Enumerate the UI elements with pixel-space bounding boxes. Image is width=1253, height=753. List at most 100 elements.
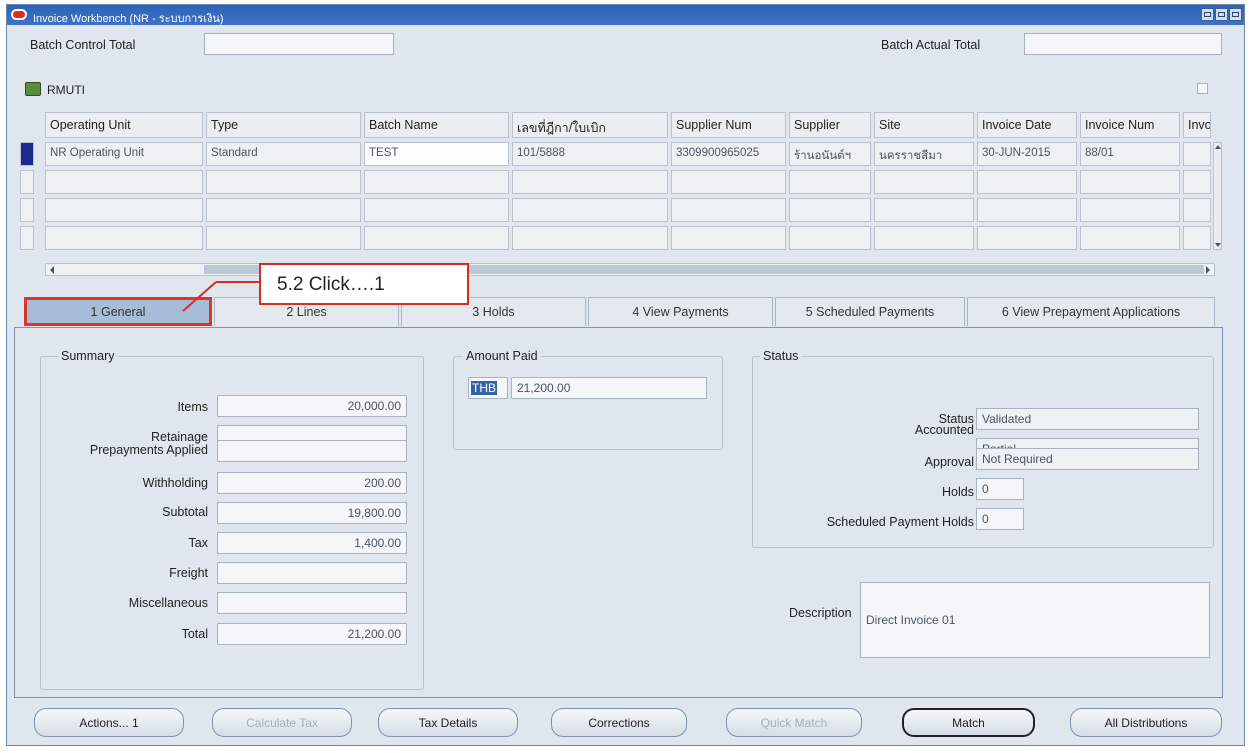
minimize-icon[interactable] (1201, 8, 1214, 21)
match-button[interactable]: Match (902, 708, 1035, 737)
table-cell[interactable] (45, 198, 203, 222)
table-cell[interactable] (977, 226, 1077, 250)
withholding-field[interactable]: 200.00 (217, 472, 407, 494)
table-cell[interactable] (45, 170, 203, 194)
batch-control-total-field[interactable] (204, 33, 394, 55)
table-cell[interactable] (512, 170, 668, 194)
scroll-down-icon[interactable] (1215, 243, 1221, 247)
scheduled-payment-holds-label: Scheduled Payment Holds (826, 515, 974, 529)
table-cell[interactable] (671, 198, 786, 222)
table-cell[interactable] (977, 170, 1077, 194)
tax-details-button[interactable]: Tax Details (378, 708, 518, 737)
table-cell[interactable] (512, 198, 668, 222)
miscellaneous-field[interactable] (217, 592, 407, 614)
cell-batch-name[interactable]: TEST (364, 142, 509, 166)
column-header-document-number[interactable]: เลขที่ฎีกา/ใบเบิก (512, 112, 668, 138)
quick-match-button[interactable]: Quick Match (726, 708, 862, 737)
table-cell[interactable] (789, 226, 871, 250)
table-cell[interactable] (364, 198, 509, 222)
tab-scheduled-payments[interactable]: 5 Scheduled Payments (775, 297, 965, 326)
cell-invoice-amount[interactable] (1183, 142, 1211, 166)
total-label: Total (181, 627, 208, 641)
cell-operating-unit[interactable]: NR Operating Unit (45, 142, 203, 166)
column-header-operating-unit[interactable]: Operating Unit (45, 112, 203, 138)
tab-view-payments[interactable]: 4 View Payments (588, 297, 773, 326)
table-cell[interactable] (977, 198, 1077, 222)
row-selector-current[interactable] (20, 142, 34, 166)
total-field[interactable]: 21,200.00 (217, 623, 407, 645)
column-header-invoice-amount[interactable]: Invoi (1183, 112, 1211, 138)
amount-paid-title: Amount Paid (463, 349, 541, 363)
table-cell[interactable] (789, 170, 871, 194)
vertical-scrollbar[interactable] (1213, 142, 1222, 250)
table-cell[interactable] (364, 226, 509, 250)
cell-supplier-num[interactable]: 3309900965025 (671, 142, 786, 166)
table-cell[interactable] (789, 198, 871, 222)
column-header-site[interactable]: Site (874, 112, 974, 138)
prepayments-applied-field[interactable] (217, 440, 407, 462)
column-header-invoice-date[interactable]: Invoice Date (977, 112, 1077, 138)
table-cell[interactable] (874, 226, 974, 250)
table-cell[interactable] (671, 170, 786, 194)
table-cell[interactable] (1183, 226, 1211, 250)
description-field[interactable]: Direct Invoice 01 (860, 582, 1210, 658)
cell-type[interactable]: Standard (206, 142, 361, 166)
folder-checkbox[interactable] (1197, 83, 1208, 94)
batch-control-total-label: Batch Control Total (30, 38, 136, 52)
table-cell[interactable] (874, 170, 974, 194)
freight-field[interactable] (217, 562, 407, 584)
cell-invoice-date[interactable]: 30-JUN-2015 (977, 142, 1077, 166)
tab-view-prepayment-applications[interactable]: 6 View Prepayment Applications (967, 297, 1215, 326)
table-cell[interactable] (206, 226, 361, 250)
cell-site[interactable]: นครราชสีมา (874, 142, 974, 166)
table-cell[interactable] (1183, 170, 1211, 194)
table-cell[interactable] (512, 226, 668, 250)
maximize-icon[interactable] (1215, 8, 1228, 21)
calculate-tax-button[interactable]: Calculate Tax (212, 708, 352, 737)
column-header-batch-name[interactable]: Batch Name (364, 112, 509, 138)
table-cell[interactable] (206, 170, 361, 194)
table-cell[interactable] (1080, 226, 1180, 250)
column-header-supplier[interactable]: Supplier (789, 112, 871, 138)
table-cell[interactable] (364, 170, 509, 194)
table-cell[interactable] (206, 198, 361, 222)
column-header-invoice-num[interactable]: Invoice Num (1080, 112, 1180, 138)
table-cell[interactable] (1080, 170, 1180, 194)
corrections-button[interactable]: Corrections (551, 708, 687, 737)
scroll-up-icon[interactable] (1215, 145, 1221, 149)
retainage-label: Retainage (151, 430, 208, 444)
annotation-callout: 5.2 Click….1 (259, 263, 469, 305)
holds-label: Holds (942, 485, 974, 499)
row-selector[interactable] (20, 198, 34, 222)
cell-document-number[interactable]: 101/5888 (512, 142, 668, 166)
row-selector[interactable] (20, 226, 34, 250)
operating-org-label: RMUTI (47, 83, 85, 97)
close-icon[interactable] (1229, 8, 1242, 21)
cell-supplier[interactable]: ร้านอนันต์ฯ (789, 142, 871, 166)
scroll-right-icon[interactable] (1206, 266, 1210, 274)
holds-field[interactable]: 0 (976, 478, 1024, 500)
tab-general[interactable]: 1 General (24, 297, 212, 326)
subtotal-field[interactable]: 19,800.00 (217, 502, 407, 524)
tax-field[interactable]: 1,400.00 (217, 532, 407, 554)
cell-invoice-num[interactable]: 88/01 (1080, 142, 1180, 166)
scheduled-payment-holds-field[interactable]: 0 (976, 508, 1024, 530)
actions-button[interactable]: Actions... 1 (34, 708, 184, 737)
table-cell[interactable] (45, 226, 203, 250)
folder-icon[interactable] (25, 82, 41, 96)
scroll-left-icon[interactable] (50, 266, 54, 274)
horizontal-scrollbar[interactable] (45, 263, 1215, 276)
table-cell[interactable] (874, 198, 974, 222)
batch-actual-total-field[interactable] (1024, 33, 1222, 55)
table-cell[interactable] (671, 226, 786, 250)
column-header-supplier-num[interactable]: Supplier Num (671, 112, 786, 138)
all-distributions-button[interactable]: All Distributions (1070, 708, 1222, 737)
table-cell[interactable] (1183, 198, 1211, 222)
items-field[interactable]: 20,000.00 (217, 395, 407, 417)
row-selector[interactable] (20, 170, 34, 194)
title-bar: Invoice Workbench (NR - ระบบการเงิน) (7, 5, 1244, 25)
currency-field[interactable]: THB (468, 377, 508, 399)
column-header-type[interactable]: Type (206, 112, 361, 138)
amount-paid-field[interactable]: 21,200.00 (511, 377, 707, 399)
table-cell[interactable] (1080, 198, 1180, 222)
